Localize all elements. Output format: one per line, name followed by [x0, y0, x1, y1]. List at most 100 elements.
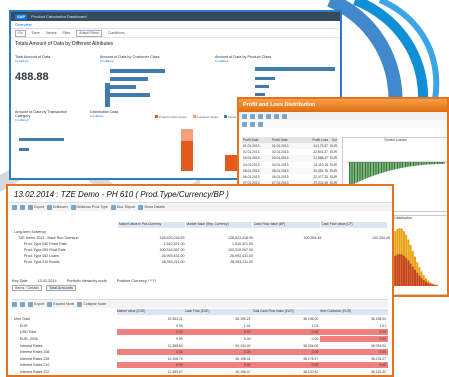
- loss-bar: [371, 162, 373, 177]
- loss-bar: [377, 162, 379, 175]
- search-icon[interactable]: [12, 301, 17, 307]
- chart-icon[interactable]: [282, 113, 287, 119]
- column-header[interactable]: Profit Loss: [302, 138, 328, 142]
- filter-icon[interactable]: [20, 204, 25, 210]
- header-link[interactable]: Overview: [11, 21, 340, 29]
- loss-bar: [353, 162, 355, 184]
- loss-bar: [429, 162, 431, 165]
- report-row-label: Interest Rates 208: [20, 350, 50, 355]
- loss-bar: [413, 162, 415, 166]
- loss-bar: [366, 162, 368, 179]
- tree-row[interactable]: Prod. Type 210 Bonds 28,393,211.00 28,393,…: [12, 259, 392, 265]
- loss-bar: [401, 162, 403, 168]
- layout-icon[interactable]: [250, 121, 255, 127]
- tree-node-label: Prod. Type 050 Float Rate: [24, 248, 66, 252]
- column-header[interactable]: Market Value in Pos.Currency: [118, 222, 186, 228]
- loss-bar: [430, 162, 432, 165]
- customer-class-panel[interactable]: Amount of Data by Customer Class In mill…: [100, 55, 200, 103]
- loss-bar: [435, 162, 437, 165]
- histogram-bar-overlay: [400, 254, 403, 286]
- export-button[interactable]: Export: [28, 204, 44, 210]
- report-cell: 0.00: [184, 362, 253, 369]
- customer-class-subtitle: In millions: [100, 59, 114, 63]
- report-row[interactable]: EUR, 2008 9.99 0.00 0.00 0.00: [12, 336, 388, 343]
- collapse-node-button[interactable]: Collapse Node: [77, 301, 106, 307]
- loss-bar: [361, 162, 363, 181]
- print-icon[interactable]: [274, 113, 279, 119]
- column-header[interactable]: Cur: [328, 138, 338, 142]
- toolbar-conditions-button[interactable]: Conditions: [108, 31, 125, 35]
- loss-bar: [384, 162, 386, 173]
- column-header[interactable]: Cash Flow Value (BP): [253, 222, 321, 228]
- export-icon[interactable]: [266, 113, 271, 119]
- report-row-label: Interest Rates: [20, 343, 43, 348]
- filter-icon[interactable]: [250, 113, 255, 119]
- report-row[interactable]: Interest Rates 222 12,453.67 26,198.47 38,1…: [12, 369, 388, 375]
- report-row[interactable]: Interest Rates 11,398.60 26,134.40 38,034.0…: [12, 342, 388, 349]
- report-row[interactable]: Interest Rates 228 12,108.70 26,198.41 38,1…: [12, 356, 388, 363]
- key-date-label: Key Date: [12, 279, 28, 283]
- table-cell: EUR: [330, 156, 337, 161]
- tab-items-details[interactable]: Items / Details: [12, 285, 43, 291]
- toolbar-filter-button[interactable]: Filter: [63, 31, 71, 35]
- column-header[interactable]: Market Value (Rep. Currency): [186, 222, 253, 228]
- report-row-label: USD Total: [20, 330, 37, 335]
- column-header[interactable]: Item Collection (EUR): [320, 309, 388, 315]
- histogram-bar-overlay: [405, 257, 408, 286]
- expand-node-button[interactable]: Expand Node: [47, 301, 74, 307]
- loss-bar: [385, 162, 387, 172]
- report-row[interactable]: Interest Rates 210 0.00 0.00 0.00 0.00: [12, 362, 388, 369]
- loss-bar: [352, 162, 354, 185]
- distribution-panel[interactable]: Distribution Data In millions: [90, 110, 150, 172]
- loss-bar: [365, 162, 367, 179]
- loss-bar: [425, 162, 427, 165]
- column-header[interactable]: Total Cash Flow Value (EUR): [253, 309, 321, 315]
- dist-report-button[interactable]: Dist. Report: [110, 204, 135, 210]
- report-cell: 36,198.00: [370, 317, 386, 322]
- drilldown-prodtype-button[interactable]: Drilldown Prod.Type: [70, 204, 108, 210]
- show-details-button[interactable]: Show Details: [138, 204, 165, 210]
- chart-bar: [110, 77, 148, 81]
- sort-icon[interactable]: [258, 113, 263, 119]
- report-cell: 0.00: [243, 337, 251, 342]
- histogram-bar-overlay: [431, 284, 434, 286]
- settings-icon[interactable]: [242, 121, 247, 127]
- tree-value: 100,354.46: [372, 236, 390, 240]
- drilldown-button[interactable]: Drilldown: [47, 204, 68, 210]
- back-icon[interactable]: [12, 204, 17, 210]
- find-icon[interactable]: [258, 121, 263, 127]
- histogram-bar-overlay: [425, 281, 427, 286]
- report-cell: 1.01: [243, 323, 251, 328]
- report-row[interactable]: Interest Rates 208 0.00 0.00 0.00 0.00: [12, 349, 388, 356]
- lower-export-button[interactable]: Export: [28, 301, 44, 307]
- sum-icon[interactable]: [20, 301, 25, 307]
- transaction-category-subtitle: In millions: [15, 118, 29, 122]
- report-row[interactable]: Mon Total 19,353.21 26,190.21 36,198.00 36,1…: [12, 316, 388, 323]
- lower-column-headers: Market Value (EUR) Cash Flow (EUR) Total…: [117, 309, 388, 315]
- table-cell: 22,477.33: [313, 175, 328, 180]
- tab-total-amounts[interactable]: Total Amounts: [46, 285, 76, 291]
- table-cell: 04.01.2013: [243, 162, 260, 167]
- report-cell: 0.00: [320, 362, 388, 369]
- column-header[interactable]: Profit Date: [242, 138, 272, 142]
- column-header[interactable]: Market Value (EUR): [117, 309, 185, 315]
- histogram-bar-overlay: [403, 255, 405, 286]
- report-row[interactable]: USD Total 0.00 0.00 0.00 0.00: [12, 329, 388, 336]
- tree-node-label: TZE Demo 2013 - Base Run Scenario: [18, 236, 79, 240]
- histogram-bar-overlay: [411, 266, 414, 286]
- toolbar-adapt-filters-button[interactable]: Adapt Filters: [76, 29, 102, 37]
- toolbar-go-button[interactable]: Go: [15, 29, 26, 37]
- report-cell: 0.00: [117, 362, 185, 369]
- transaction-category-panel[interactable]: Amount of Data by Transaction Category I…: [15, 110, 80, 172]
- toolbar-save-button[interactable]: Save: [32, 31, 40, 35]
- loss-bar: [381, 162, 383, 174]
- report-row[interactable]: EUR 9.99 1.01 1.01 1.01: [12, 323, 388, 330]
- column-header[interactable]: Profit Date: [272, 138, 302, 142]
- column-header[interactable]: Cash Flow Value (CF): [321, 222, 388, 228]
- column-header[interactable]: Cash Flow (EUR): [185, 309, 253, 315]
- kpi-panel[interactable]: Total Amount of Data In millions 488.88: [15, 55, 75, 83]
- refresh-icon[interactable]: [242, 113, 247, 119]
- toolbar-variant-button[interactable]: Variant: [46, 31, 57, 35]
- loss-bar: [390, 162, 392, 171]
- tree-value: 1,510,321.00: [163, 242, 185, 246]
